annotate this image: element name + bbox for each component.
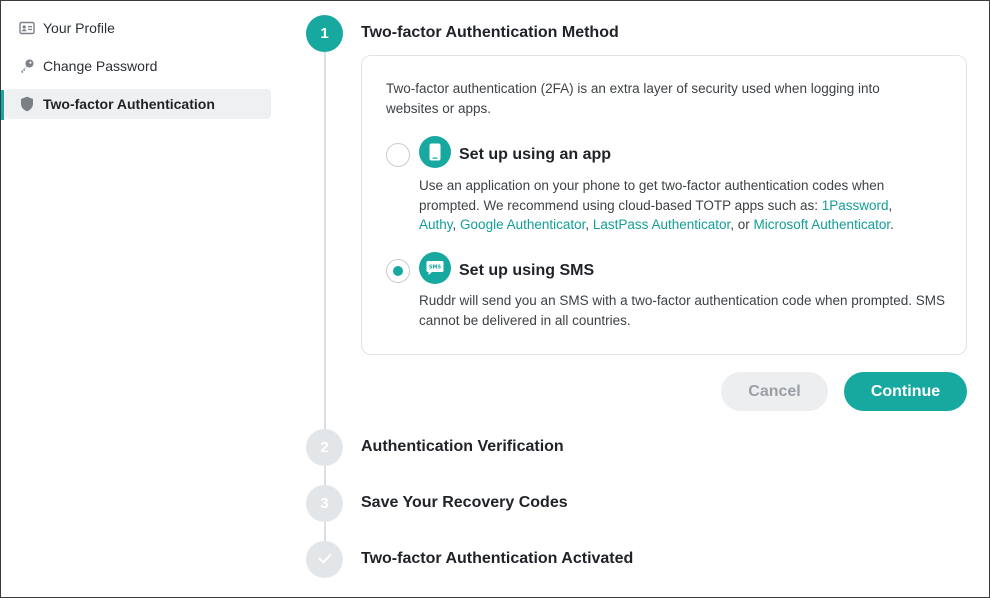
app-option-radio[interactable]: [386, 143, 410, 167]
method-card: Two-factor authentication (2FA) is an ex…: [361, 55, 967, 355]
active-indicator: [1, 90, 4, 120]
intro-text: Two-factor authentication (2FA) is an ex…: [386, 81, 880, 116]
sms-option-description: Ruddr will send you an SMS with a two-fa…: [419, 293, 946, 328]
link-lastpass-authenticator[interactable]: LastPass Authenticator: [593, 217, 730, 232]
sms-option-radio[interactable]: [386, 259, 410, 283]
continue-button[interactable]: Continue: [844, 372, 967, 411]
id-card-icon: [19, 20, 35, 36]
settings-sidebar: Your Profile Change Password Two-factor …: [1, 1, 281, 597]
step-3-title: Save Your Recovery Codes: [361, 494, 568, 511]
step-4-indicator: [306, 541, 343, 578]
step-1-indicator: 1: [306, 15, 343, 52]
check-icon: [318, 551, 332, 568]
sidebar-item-label: Change Password: [43, 58, 158, 74]
step-1-title: Two-factor Authentication Method: [361, 24, 619, 41]
cancel-button[interactable]: Cancel: [721, 372, 828, 411]
link-microsoft-authenticator[interactable]: Microsoft Authenticator: [754, 217, 891, 232]
sms-option-title[interactable]: Set up using SMS: [459, 262, 594, 280]
svg-text:SMS: SMS: [429, 265, 442, 271]
sidebar-item-change-password[interactable]: Change Password: [5, 51, 271, 81]
step-connector: [324, 466, 326, 485]
step-connector: [324, 522, 326, 541]
phone-icon: [419, 136, 451, 168]
link-1password[interactable]: 1Password: [822, 198, 889, 213]
step-2-title: Authentication Verification: [361, 438, 564, 455]
app-option-description: Use an application on your phone to get …: [419, 178, 894, 232]
link-google-authenticator[interactable]: Google Authenticator: [460, 217, 585, 232]
sms-icon: SMS: [419, 252, 451, 284]
step-4-title: Two-factor Authentication Activated: [361, 550, 634, 567]
app-option-title[interactable]: Set up using an app: [459, 146, 611, 164]
key-icon: [19, 58, 35, 74]
step-connector: [324, 52, 326, 429]
sidebar-item-label: Your Profile: [43, 20, 115, 36]
sidebar-item-two-factor-authentication[interactable]: Two-factor Authentication: [5, 89, 271, 119]
sidebar-item-label: Two-factor Authentication: [43, 96, 215, 112]
link-authy[interactable]: Authy: [419, 217, 453, 232]
shield-icon: [19, 96, 35, 112]
step-3-indicator: 3: [306, 485, 343, 522]
sidebar-item-your-profile[interactable]: Your Profile: [5, 13, 271, 43]
step-2-indicator: 2: [306, 429, 343, 466]
